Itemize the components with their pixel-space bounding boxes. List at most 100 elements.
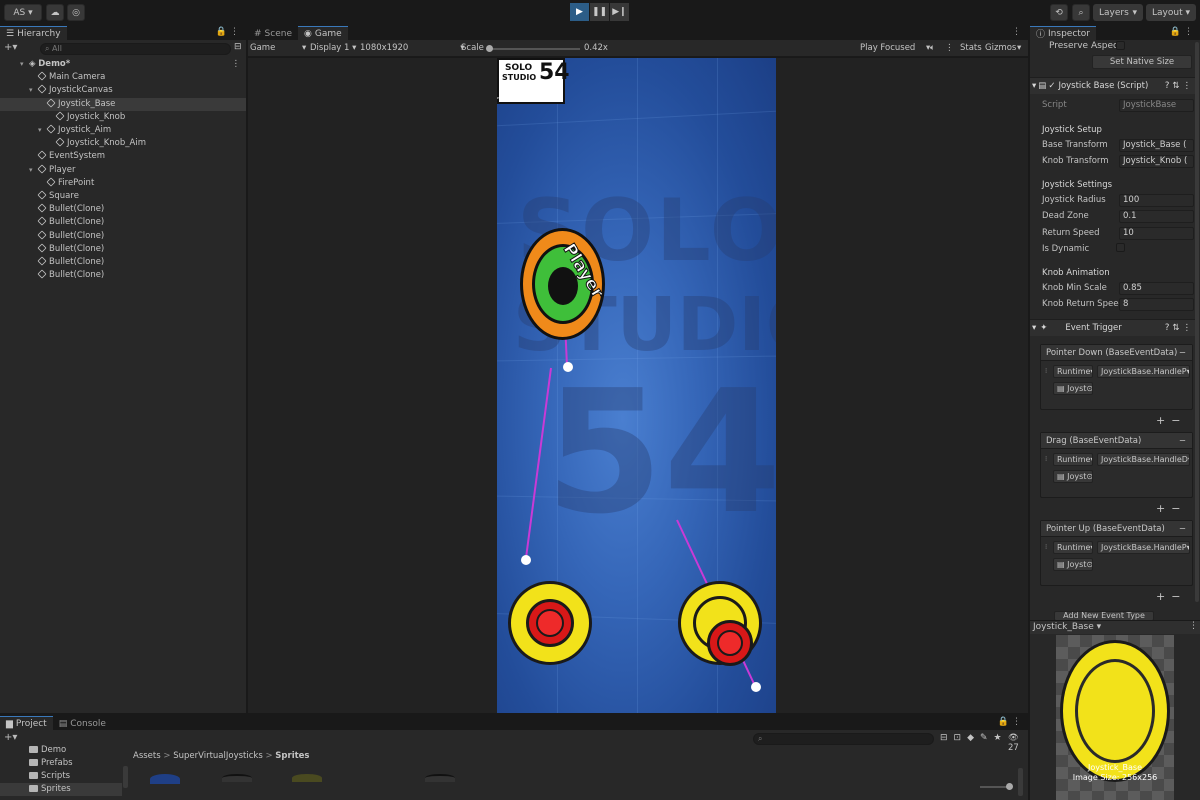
- set-native-size-button[interactable]: Set Native Size: [1092, 55, 1192, 69]
- tab-inspector[interactable]: ⓘ Inspector: [1030, 26, 1096, 40]
- drag-handle-icon[interactable]: ⁞: [1045, 455, 1049, 477]
- target-icon[interactable]: ⊙: [1086, 472, 1092, 481]
- knob-transform-field[interactable]: Joystick_Knob (: [1119, 155, 1194, 168]
- tab-game[interactable]: ◉ Game: [298, 26, 348, 40]
- remove-event-button[interactable]: −: [1179, 521, 1186, 537]
- tab-console[interactable]: ▤ Console: [52, 716, 112, 730]
- target-object-field[interactable]: ▤ Joyst⊙: [1053, 558, 1093, 571]
- runtime-dropdown[interactable]: Runtime▾: [1053, 541, 1093, 554]
- scale-slider[interactable]: [486, 45, 580, 52]
- hierarchy-item[interactable]: Joystick_Base: [0, 97, 246, 111]
- move-joystick-base[interactable]: [508, 581, 592, 665]
- expand-arrow-icon[interactable]: ▾: [29, 84, 38, 97]
- runtime-dropdown[interactable]: Runtime▾: [1053, 365, 1093, 378]
- tab-hierarchy[interactable]: ☰ Hierarchy: [0, 26, 67, 40]
- stats-button[interactable]: Stats: [960, 43, 982, 53]
- method-dropdown[interactable]: JoystickBase.HandleP▾: [1097, 541, 1190, 554]
- knob-min-scale-input[interactable]: 0.85: [1119, 282, 1194, 295]
- layers-dropdown[interactable]: Layers ▾: [1093, 4, 1143, 21]
- filter-icon[interactable]: ⊟: [234, 42, 242, 52]
- asset-thumbnail[interactable]: [150, 774, 180, 784]
- account-dropdown[interactable]: AS ▾: [4, 4, 42, 21]
- preview-title-dropdown[interactable]: Joystick_Base ▾: [1033, 622, 1101, 632]
- tab-scene[interactable]: # Scene: [248, 26, 298, 40]
- layout-dropdown[interactable]: Layout ▾: [1146, 4, 1196, 21]
- component-header-event-trigger[interactable]: ▾ ✦ Event Trigger ?⇅⋮: [1030, 319, 1198, 336]
- target-object-field[interactable]: ▤ Joyst⊙: [1053, 470, 1093, 483]
- chevron-down-icon[interactable]: ▾: [1017, 43, 1021, 53]
- runtime-dropdown[interactable]: Runtime▾: [1053, 453, 1093, 466]
- expand-arrow-icon[interactable]: ▾: [38, 124, 47, 137]
- add-remove-listener-buttons[interactable]: +−: [1156, 590, 1186, 603]
- add-remove-listener-buttons[interactable]: +−: [1156, 502, 1186, 515]
- method-dropdown[interactable]: JoystickBase.HandleP▾: [1097, 365, 1190, 378]
- breadcrumb-supervirtualjoysticks[interactable]: SuperVirtualJoysticks: [173, 751, 263, 761]
- component-menu-icon[interactable]: ?⇅⋮: [1165, 81, 1194, 91]
- asset-scrollbar[interactable]: [1018, 768, 1023, 796]
- expand-arrow-icon[interactable]: ▾: [29, 164, 38, 177]
- hierarchy-item[interactable]: ▾ ◈ Demo* ⋮: [0, 58, 246, 71]
- move-joystick-knob[interactable]: [526, 599, 574, 647]
- inspector-scrollbar[interactable]: [1195, 42, 1199, 602]
- mute-icon[interactable]: 🔈︎: [930, 43, 935, 53]
- pause-button[interactable]: ❚❚: [590, 3, 609, 21]
- target-object-field[interactable]: ▤ Joyst⊙: [1053, 382, 1093, 395]
- scale-slider-thumb[interactable]: [486, 45, 493, 52]
- hierarchy-item[interactable]: ▾ Joystick_Aim: [0, 124, 246, 137]
- hierarchy-item[interactable]: EventSystem: [0, 150, 246, 163]
- panel-menu-icon[interactable]: ⋮: [1012, 27, 1024, 37]
- hierarchy-item[interactable]: Joystick_Knob_Aim: [0, 137, 246, 150]
- component-menu-icon[interactable]: ?⇅⋮: [1165, 323, 1194, 333]
- hierarchy-item[interactable]: ▾ Player: [0, 164, 246, 177]
- history-icon[interactable]: ⟲: [1050, 4, 1068, 21]
- remove-event-button[interactable]: −: [1179, 345, 1186, 361]
- component-header-joystick-base[interactable]: ▾ ▤ ✓ Joystick Base (Script) ?⇅⋮: [1030, 77, 1198, 94]
- drag-handle-icon[interactable]: ⁞: [1045, 367, 1049, 389]
- step-button[interactable]: ▶❙: [610, 3, 629, 21]
- folder-scrollbar[interactable]: [123, 766, 128, 788]
- panel-menu-icon[interactable]: ⋮: [1189, 621, 1198, 631]
- hierarchy-item[interactable]: FirePoint: [0, 177, 246, 190]
- folder-item[interactable]: Sprites: [0, 783, 122, 796]
- hierarchy-item[interactable]: Square: [0, 190, 246, 203]
- hierarchy-search-input[interactable]: ⌕ All: [40, 43, 231, 55]
- filter-icons[interactable]: ⊟⊡◆✎★: [940, 733, 1008, 743]
- search-icon[interactable]: ⌕: [1072, 4, 1090, 21]
- scene-menu-icon[interactable]: ⋮: [232, 58, 241, 71]
- knob-return-speed-input[interactable]: 8: [1119, 298, 1194, 311]
- tab-project[interactable]: ▆ Project: [0, 716, 53, 730]
- play-button[interactable]: ▶: [570, 3, 589, 21]
- method-dropdown[interactable]: JoystickBase.HandleD▾: [1097, 453, 1190, 466]
- aim-joystick-knob[interactable]: [707, 620, 753, 666]
- target-icon[interactable]: ⊙: [1086, 560, 1092, 569]
- player-sprite[interactable]: Player: [520, 228, 608, 340]
- add-icon[interactable]: +▾: [4, 732, 17, 743]
- aim-joystick-base[interactable]: [678, 581, 762, 666]
- asset-thumbnail[interactable]: [292, 774, 322, 782]
- script-field[interactable]: JoystickBase: [1119, 99, 1194, 112]
- add-remove-listener-buttons[interactable]: +−: [1156, 414, 1186, 427]
- hierarchy-item[interactable]: Bullet(Clone): [0, 230, 246, 243]
- hierarchy-item[interactable]: Bullet(Clone): [0, 256, 246, 269]
- hierarchy-item[interactable]: Bullet(Clone): [0, 269, 246, 282]
- hierarchy-item[interactable]: Bullet(Clone): [0, 216, 246, 229]
- expand-arrow-icon[interactable]: ▾: [20, 58, 29, 71]
- asset-thumbnail[interactable]: [222, 774, 252, 782]
- hierarchy-item[interactable]: Bullet(Clone): [0, 243, 246, 256]
- hierarchy-item[interactable]: Joystick_Knob: [0, 111, 246, 124]
- gizmos-button[interactable]: Gizmos: [985, 43, 1016, 53]
- folder-item[interactable]: Prefabs: [29, 757, 73, 770]
- deadzone-input[interactable]: 0.1: [1119, 210, 1194, 223]
- resolution-dropdown[interactable]: 1080x1920 ▾: [360, 43, 465, 53]
- project-search-input[interactable]: ⌕: [753, 733, 934, 745]
- breadcrumb-assets[interactable]: Assets: [133, 751, 161, 761]
- collab-icon[interactable]: ◎: [67, 4, 85, 21]
- breadcrumb-sprites[interactable]: Sprites: [275, 751, 309, 761]
- thumbnail-size-slider[interactable]: [980, 783, 1013, 790]
- hierarchy-item[interactable]: ▾ JoystickCanvas: [0, 84, 246, 97]
- hierarchy-item[interactable]: Bullet(Clone): [0, 203, 246, 216]
- is-dynamic-checkbox[interactable]: [1116, 243, 1125, 252]
- base-transform-field[interactable]: Joystick_Base (: [1119, 139, 1194, 152]
- remove-event-button[interactable]: −: [1179, 433, 1186, 449]
- game-screen[interactable]: SOLO STUDIO 54 SOLO STUDIO 54 Powered by…: [497, 58, 776, 713]
